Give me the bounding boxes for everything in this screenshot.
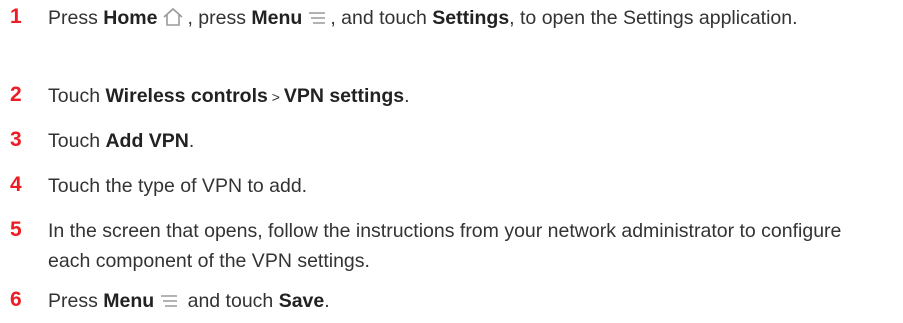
step-text: Press Home , press Menu , and touch Settin…: [48, 3, 889, 36]
text-run: Press: [48, 7, 104, 29]
step-text: Touch Add VPN.: [48, 126, 889, 156]
text-run: , press: [187, 7, 252, 29]
step-text: Touch Wireless controls > VPN settings.: [48, 81, 889, 112]
ui-term-settings: Settings: [432, 7, 510, 29]
step-number: 4: [10, 173, 22, 196]
ui-term-add-vpn: Add VPN: [105, 130, 189, 152]
menu-icon: [307, 6, 327, 36]
text-run: .: [404, 85, 410, 107]
ui-term-save: Save: [278, 290, 325, 312]
text-run: Touch: [48, 130, 106, 152]
text-run: Touch: [48, 85, 106, 107]
step-number: 5: [10, 218, 22, 241]
text-run: , to open the Settings application.: [509, 7, 798, 29]
ui-term-home: Home: [103, 7, 158, 29]
step-text: In the screen that opens, follow the ins…: [48, 216, 889, 276]
text-run: .: [188, 130, 195, 152]
step-text: Press Menu and touch Save.: [48, 286, 889, 319]
breadcrumb-separator: >: [267, 89, 284, 105]
ui-term-vpn-settings: VPN settings: [283, 85, 405, 107]
menu-icon: [159, 289, 179, 319]
home-icon: [162, 6, 184, 36]
step-number: 3: [10, 128, 22, 151]
step-number: 6: [10, 288, 22, 311]
step-text: Touch the type of VPN to add.: [48, 171, 889, 201]
text-run: Press: [48, 290, 104, 312]
ui-term-menu: Menu: [103, 290, 155, 312]
text-run: Touch the type of VPN to add.: [48, 175, 308, 197]
text-run: In the screen that opens, follow the ins…: [48, 220, 842, 272]
step-number: 2: [10, 83, 22, 106]
text-run: , and touch: [330, 7, 433, 29]
ui-term-wireless-controls: Wireless controls: [105, 85, 268, 107]
step-number: 1: [10, 5, 22, 28]
ui-term-menu: Menu: [251, 7, 303, 29]
text-run: .: [324, 290, 330, 312]
text-run: and touch: [182, 290, 279, 312]
